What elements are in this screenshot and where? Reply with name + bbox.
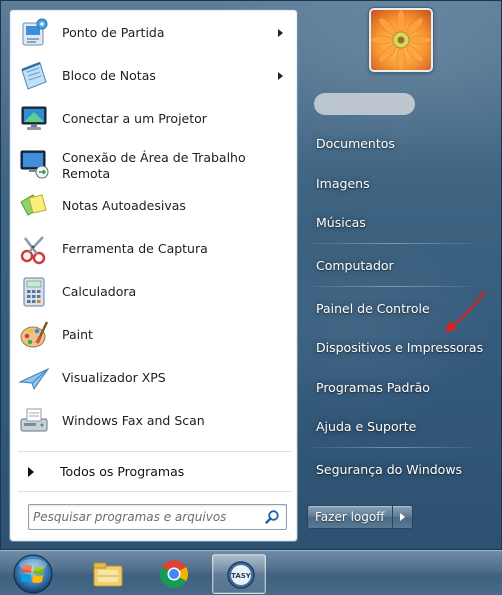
taskbar-explorer-button[interactable] — [80, 554, 134, 594]
notepad-icon — [21, 61, 47, 90]
program-remote-desktop[interactable]: Conexão de Área de Trabalho Remota — [14, 142, 293, 188]
program-snipping-tool[interactable]: Ferramenta de Captura — [14, 229, 293, 269]
submenu-arrow-icon[interactable] — [278, 29, 283, 37]
link-documents[interactable]: Documentos — [308, 129, 478, 159]
program-label: Windows Fax and Scan — [62, 413, 205, 428]
program-fax-scan[interactable]: Windows Fax and Scan — [14, 401, 293, 441]
taskbar: TASY — [0, 550, 502, 595]
link-windows-security[interactable]: Segurança do Windows — [308, 455, 478, 485]
search-box[interactable] — [28, 504, 287, 530]
programs-panel: Ponto de Partida Bloco de Notas Conectar… — [9, 9, 298, 542]
program-label: Ponto de Partida — [62, 25, 165, 40]
divider — [310, 286, 475, 287]
flower-picture-icon — [371, 10, 431, 70]
annotation-arrow-icon — [445, 290, 486, 333]
link-help-support[interactable]: Ajuda e Suporte — [308, 412, 478, 442]
submenu-arrow-icon[interactable] — [278, 72, 283, 80]
program-label: Paint — [62, 327, 93, 342]
username-redacted[interactable] — [314, 93, 415, 115]
program-sticky-notes[interactable]: Notas Autoadesivas — [14, 186, 293, 226]
chrome-icon — [160, 560, 188, 588]
program-notepad[interactable]: Bloco de Notas — [14, 56, 293, 96]
shutdown-options-arrow-icon[interactable] — [392, 505, 413, 529]
taskbar-chrome-button[interactable] — [146, 554, 200, 594]
search-input[interactable] — [33, 508, 253, 526]
program-label: Conectar a um Projetor — [62, 111, 207, 126]
program-connect-projector[interactable]: Conectar a um Projetor — [14, 99, 293, 139]
getting-started-icon — [22, 18, 48, 46]
divider — [310, 243, 475, 244]
all-programs-button[interactable]: Todos os Programas — [14, 458, 293, 486]
link-default-programs[interactable]: Programas Padrão — [308, 373, 478, 403]
link-computer[interactable]: Computador — [308, 251, 478, 281]
expand-arrow-icon — [28, 467, 34, 477]
windows-start-orb-icon[interactable] — [10, 553, 56, 595]
remote-desktop-icon — [20, 150, 49, 179]
link-music[interactable]: Músicas — [308, 208, 478, 238]
paint-icon — [20, 321, 49, 348]
logoff-group: Fazer logoff — [307, 505, 413, 529]
sticky-notes-icon — [20, 194, 47, 216]
program-label: Bloco de Notas — [62, 68, 156, 83]
link-pictures[interactable]: Imagens — [308, 169, 478, 199]
divider — [18, 491, 291, 492]
program-label: Conexão de Área de Trabalho Remota — [62, 150, 246, 181]
program-xps-viewer[interactable]: Visualizador XPS — [14, 358, 293, 398]
start-menu: Ponto de Partida Bloco de Notas Conectar… — [0, 0, 502, 550]
logoff-button[interactable]: Fazer logoff — [307, 505, 393, 529]
program-label: Calculadora — [62, 284, 137, 299]
user-avatar[interactable] — [369, 8, 433, 72]
divider — [310, 447, 475, 448]
program-label: Ferramenta de Captura — [62, 241, 208, 256]
program-label: Visualizador XPS — [62, 370, 166, 385]
projector-icon — [21, 106, 47, 130]
program-getting-started[interactable]: Ponto de Partida — [14, 13, 293, 53]
tasy-icon: TASY — [227, 561, 255, 589]
search-icon[interactable] — [264, 509, 280, 525]
program-label: Notas Autoadesivas — [62, 198, 186, 213]
program-calculator[interactable]: Calculadora — [14, 272, 293, 312]
snipping-tool-icon — [20, 236, 46, 265]
divider — [18, 451, 291, 452]
xps-viewer-icon — [18, 367, 50, 391]
taskbar-tasy-button[interactable]: TASY — [212, 554, 266, 594]
all-programs-label: Todos os Programas — [60, 464, 185, 479]
program-paint[interactable]: Paint — [14, 315, 293, 355]
fax-scan-icon — [20, 408, 48, 432]
tasy-label: TASY — [231, 572, 252, 580]
calculator-icon — [23, 277, 45, 307]
windows-explorer-icon — [93, 562, 123, 587]
link-devices-printers[interactable]: Dispositivos e Impressoras — [308, 333, 483, 363]
